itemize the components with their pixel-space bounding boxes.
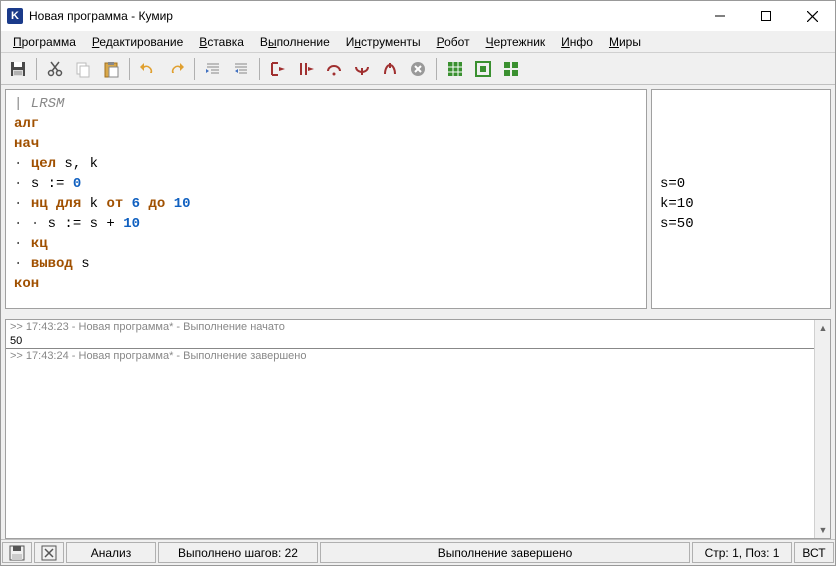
copy-icon[interactable] [70, 56, 96, 82]
app-icon: K [7, 8, 23, 24]
step-into-icon[interactable] [349, 56, 375, 82]
indent-icon[interactable] [200, 56, 226, 82]
code-comment: | LRSM [14, 96, 64, 112]
menu-robot[interactable]: Робот [429, 33, 478, 51]
grid-center-icon[interactable] [470, 56, 496, 82]
close-button[interactable] [789, 1, 835, 31]
toolbar [1, 53, 835, 85]
outdent-icon[interactable] [228, 56, 254, 82]
main-area: | LRSM алг нач · цел s, k · s := 0 · нц … [1, 85, 835, 313]
cut-icon[interactable] [42, 56, 68, 82]
paste-icon[interactable] [98, 56, 124, 82]
step-icon[interactable] [293, 56, 319, 82]
menubar: Программа Редактирование Вставка Выполне… [1, 31, 835, 53]
menu-info[interactable]: Инфо [553, 33, 601, 51]
status-insert-mode[interactable]: ВСТ [794, 542, 834, 563]
redo-icon[interactable] [163, 56, 189, 82]
status-analysis[interactable]: Анализ [66, 542, 156, 563]
menu-worlds[interactable]: Миры [601, 33, 649, 51]
window-title: Новая программа - Кумир [29, 9, 697, 23]
status-steps: Выполнено шагов: 22 [158, 542, 318, 563]
console-line: >> 17:43:23 - Новая программа* - Выполне… [6, 320, 830, 334]
console-line: >> 17:43:24 - Новая программа* - Выполне… [6, 349, 830, 363]
menu-program[interactable]: Программа [5, 33, 84, 51]
status-save-icon[interactable] [2, 542, 32, 563]
var-row: s=50 [660, 214, 822, 234]
maximize-button[interactable] [743, 1, 789, 31]
step-over-icon[interactable] [321, 56, 347, 82]
minimize-button[interactable] [697, 1, 743, 31]
scroll-down-icon[interactable]: ▼ [815, 522, 831, 538]
console-output: 50 [6, 334, 830, 348]
status-position: Стр: 1, Поз: 1 [692, 542, 792, 563]
var-row: k=10 [660, 194, 822, 214]
stop-icon[interactable] [405, 56, 431, 82]
scroll-up-icon[interactable]: ▲ [815, 320, 831, 336]
menu-edit[interactable]: Редактирование [84, 33, 191, 51]
console-pane[interactable]: >> 17:43:23 - Новая программа* - Выполне… [5, 319, 831, 539]
statusbar: Анализ Выполнено шагов: 22 Выполнение за… [1, 539, 835, 565]
status-state: Выполнение завершено [320, 542, 690, 563]
status-close-icon[interactable] [34, 542, 64, 563]
var-row: s=0 [660, 174, 822, 194]
menu-tools[interactable]: Инструменты [338, 33, 429, 51]
run-to-cursor-icon[interactable] [265, 56, 291, 82]
code-editor[interactable]: | LRSM алг нач · цел s, k · s := 0 · нц … [5, 89, 647, 309]
undo-icon[interactable] [135, 56, 161, 82]
grid-quad-icon[interactable] [498, 56, 524, 82]
save-icon[interactable] [5, 56, 31, 82]
titlebar: K Новая программа - Кумир [1, 1, 835, 31]
menu-insert[interactable]: Вставка [191, 33, 252, 51]
menu-drawer[interactable]: Чертежник [478, 33, 554, 51]
grid-all-icon[interactable] [442, 56, 468, 82]
step-out-icon[interactable] [377, 56, 403, 82]
menu-run[interactable]: Выполнение [252, 33, 338, 51]
variables-pane: s=0 k=10 s=50 [651, 89, 831, 309]
window-controls [697, 1, 835, 31]
scrollbar-vertical[interactable]: ▲ ▼ [814, 320, 830, 538]
